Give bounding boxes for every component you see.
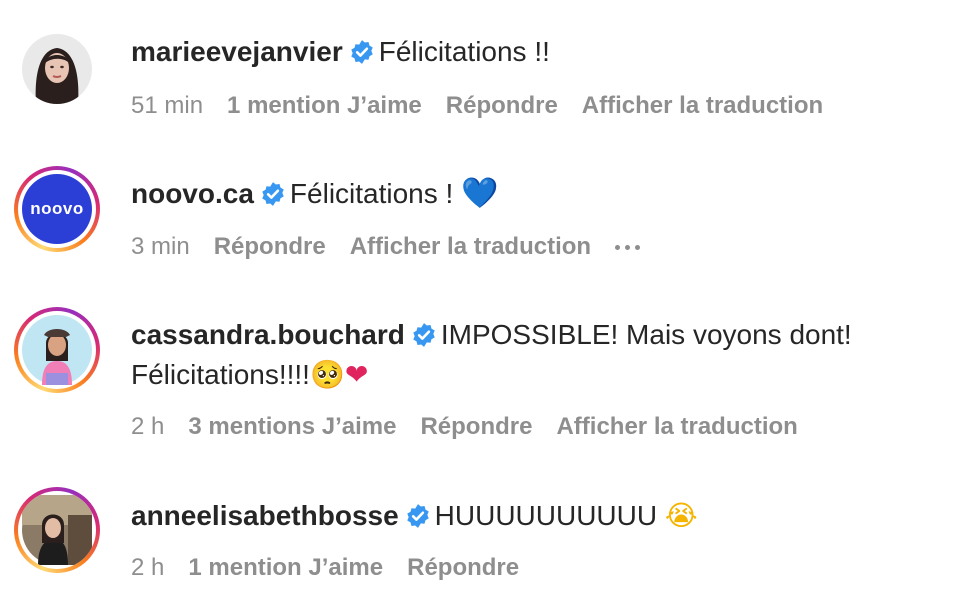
avatar-image [22, 495, 92, 565]
comment-meta: 2 h 3 mentions J’aime Répondre Afficher la … [131, 412, 822, 442]
timestamp[interactable]: 51 min [131, 92, 203, 119]
reply-button[interactable]: Répondre [214, 233, 326, 260]
avatar-image [22, 34, 92, 104]
blue-heart-icon: 💙 [461, 176, 499, 211]
comment-text-line2: Félicitations!!!! [131, 359, 310, 390]
red-heart-icon: ❤ [344, 358, 369, 391]
username[interactable]: noovo.ca [131, 178, 254, 209]
avatar[interactable] [14, 487, 100, 573]
avatar[interactable] [14, 307, 100, 393]
pleading-face-icon: 🥺 [309, 358, 345, 391]
loudly-crying-face-icon: 😭 [664, 499, 698, 532]
comment-text: Félicitations ! [289, 178, 462, 209]
comment-meta: 2 h 1 mention J’aime Répondre [131, 553, 543, 583]
timestamp[interactable]: 3 min [131, 233, 190, 260]
translate-button[interactable]: Afficher la traduction [350, 233, 591, 260]
comment-body: anneelisabethbosse HUUUUUUUUUU 😭 [131, 496, 698, 536]
translate-button[interactable]: Afficher la traduction [582, 92, 823, 119]
likes-count[interactable]: 3 mentions J’aime [188, 413, 396, 440]
verified-badge-icon [406, 504, 429, 528]
verified-badge-icon [413, 323, 435, 347]
avatar-image: noovo [22, 174, 92, 244]
likes-count[interactable]: 1 mention J’aime [227, 92, 422, 119]
comment-meta: 51 min 1 mention J’aime Répondre Afficher l… [131, 91, 847, 121]
comment-text: HUUUUUUUUUU [434, 500, 665, 531]
timestamp[interactable]: 2 h [131, 554, 164, 581]
verified-badge-icon [262, 182, 284, 206]
username[interactable]: anneelisabethbosse [131, 500, 399, 531]
comment-body: noovo.ca Félicitations ! 💙 [131, 174, 498, 214]
more-options-icon[interactable] [615, 245, 641, 251]
comment-text: Félicitations !! [378, 36, 550, 67]
username[interactable]: cassandra.bouchard [131, 319, 405, 350]
reply-button[interactable]: Répondre [407, 554, 519, 581]
avatar-image [22, 315, 92, 385]
comment-text: IMPOSSIBLE! Mais voyons dont! [440, 319, 852, 350]
reply-button[interactable]: Répondre [420, 413, 532, 440]
likes-count[interactable]: 1 mention J’aime [188, 554, 383, 581]
avatar[interactable]: noovo [14, 166, 100, 252]
comment-meta: 3 min Répondre Afficher la traduction [131, 232, 664, 262]
reply-button[interactable]: Répondre [446, 92, 558, 119]
verified-badge-icon [350, 40, 373, 64]
avatar-logo-text: noovo [30, 199, 84, 218]
username[interactable]: marieevejanvier [131, 36, 343, 67]
comment-body: cassandra.bouchard IMPOSSIBLE! Mais voyon… [131, 315, 931, 395]
translate-button[interactable]: Afficher la traduction [556, 413, 797, 440]
avatar[interactable] [14, 26, 100, 112]
comment-body: marieevejanvier Félicitations !! [131, 32, 550, 72]
timestamp[interactable]: 2 h [131, 413, 164, 440]
